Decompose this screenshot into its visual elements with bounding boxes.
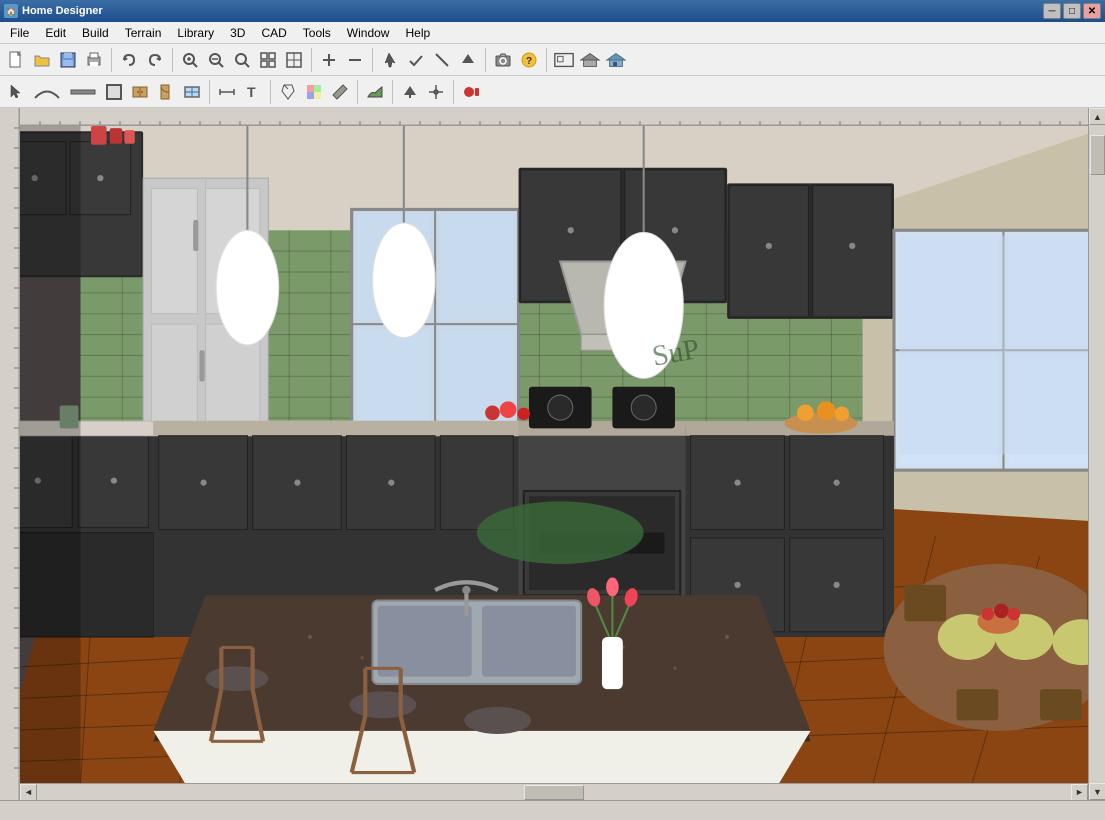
sep1 <box>111 48 112 72</box>
svg-text:?: ? <box>526 56 532 67</box>
wall-button[interactable] <box>66 80 100 104</box>
minimize-button[interactable]: ─ <box>1043 3 1061 19</box>
cabinet-button[interactable] <box>128 80 152 104</box>
sep7 <box>209 80 210 104</box>
kitchen-svg: SuP <box>20 126 1088 783</box>
eyedrop-button[interactable] <box>328 80 352 104</box>
floorplan-button[interactable] <box>552 48 576 72</box>
scroll-down-button[interactable]: ▼ <box>1089 783 1105 800</box>
text-button[interactable]: T <box>241 80 265 104</box>
menu-item-library[interactable]: Library <box>169 22 222 43</box>
right-scrollbar: ▲ ▼ <box>1088 108 1105 800</box>
maximize-button[interactable]: □ <box>1063 3 1081 19</box>
title-bar-left: 🏠 Home Designer <box>4 4 103 18</box>
menu-item-cad[interactable]: CAD <box>253 22 294 43</box>
menu-item-build[interactable]: Build <box>74 22 117 43</box>
top-ruler <box>20 108 1088 126</box>
toolbar2: T <box>0 76 1105 108</box>
undo-button[interactable] <box>117 48 141 72</box>
up-arrow2-button[interactable] <box>398 80 422 104</box>
menu-item-edit[interactable]: Edit <box>37 22 74 43</box>
dimension-button[interactable] <box>215 80 239 104</box>
window-button[interactable] <box>180 80 204 104</box>
hscrollbar: ◄ ► <box>20 783 1088 800</box>
zoom-in-button[interactable] <box>178 48 202 72</box>
vscroll-track[interactable] <box>1089 125 1105 783</box>
record-button[interactable] <box>459 80 483 104</box>
camera-button[interactable] <box>491 48 515 72</box>
save-button[interactable] <box>56 48 80 72</box>
sep6 <box>546 48 547 72</box>
menu-item-help[interactable]: Help <box>397 22 438 43</box>
fill-button[interactable] <box>282 48 306 72</box>
sep11 <box>453 80 454 104</box>
open-button[interactable] <box>30 48 54 72</box>
check-button[interactable] <box>404 48 428 72</box>
pointer-button[interactable] <box>378 48 402 72</box>
minus-button[interactable] <box>343 48 367 72</box>
print-button[interactable] <box>82 48 106 72</box>
sep2 <box>172 48 173 72</box>
door-button[interactable] <box>154 80 178 104</box>
help-button[interactable]: ? <box>517 48 541 72</box>
exterior-button[interactable] <box>578 48 602 72</box>
menu-item-window[interactable]: Window <box>339 22 398 43</box>
close-button[interactable]: ✕ <box>1083 3 1101 19</box>
sep4 <box>372 48 373 72</box>
zoom-in2-button[interactable] <box>204 48 228 72</box>
sep3 <box>311 48 312 72</box>
scroll-right-button[interactable]: ► <box>1071 784 1088 801</box>
cross-button[interactable] <box>424 80 448 104</box>
app-icon: 🏠 <box>4 4 18 18</box>
room-button[interactable] <box>102 80 126 104</box>
sep10 <box>392 80 393 104</box>
main-container: SuP ◄ ► ▲ ▼ <box>0 108 1105 800</box>
menu-item-tools[interactable]: Tools <box>295 22 339 43</box>
menu-item-file[interactable]: File <box>2 22 37 43</box>
menu-item-3d[interactable]: 3D <box>222 22 253 43</box>
color-button[interactable] <box>276 80 300 104</box>
hscroll-track[interactable] <box>37 784 1071 801</box>
canvas-wrapper: SuP ◄ ► <box>20 108 1088 800</box>
up-arrow-button[interactable] <box>456 48 480 72</box>
terrain-btn[interactable] <box>363 80 387 104</box>
scroll-up-button[interactable]: ▲ <box>1089 108 1105 125</box>
interior-button[interactable] <box>604 48 628 72</box>
scroll-left-button[interactable]: ◄ <box>20 784 37 801</box>
toolbar1: ? <box>0 44 1105 76</box>
app-title: Home Designer <box>22 5 103 17</box>
menu-bar: File Edit Build Terrain Library 3D CAD T… <box>0 22 1105 44</box>
plus-button[interactable] <box>317 48 341 72</box>
material-button[interactable] <box>302 80 326 104</box>
select-button[interactable] <box>4 80 28 104</box>
new-button[interactable] <box>4 48 28 72</box>
fit-button[interactable] <box>256 48 280 72</box>
sep9 <box>357 80 358 104</box>
redo-button[interactable] <box>143 48 167 72</box>
canvas-area[interactable]: SuP <box>20 126 1088 783</box>
hscroll-thumb[interactable] <box>524 785 584 800</box>
vscroll-thumb[interactable] <box>1090 135 1105 175</box>
title-bar: 🏠 Home Designer ─ □ ✕ <box>0 0 1105 22</box>
sep5 <box>485 48 486 72</box>
left-ruler <box>0 108 20 800</box>
zoom-out-button[interactable] <box>230 48 254 72</box>
status-bar <box>0 800 1105 820</box>
sep8 <box>270 80 271 104</box>
menu-item-terrain[interactable]: Terrain <box>117 22 170 43</box>
arc-button[interactable] <box>30 80 64 104</box>
line-button[interactable] <box>430 48 454 72</box>
svg-text:T: T <box>247 84 256 100</box>
title-bar-controls: ─ □ ✕ <box>1043 3 1101 19</box>
